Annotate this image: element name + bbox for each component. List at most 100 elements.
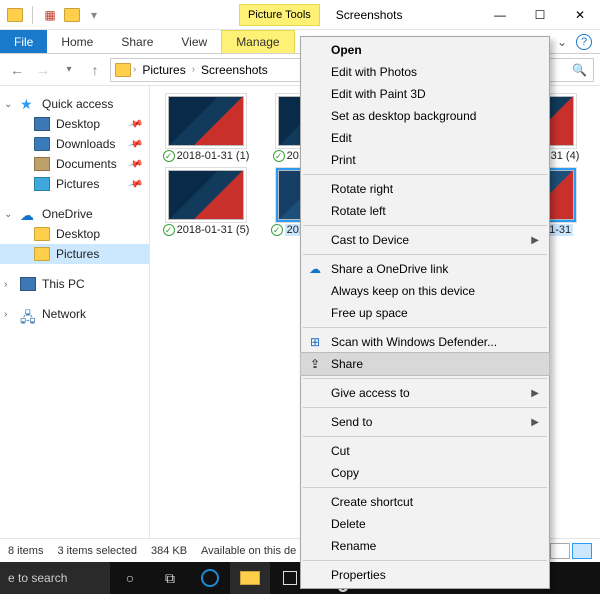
minimize-button[interactable]: —	[480, 0, 520, 30]
app-icon	[6, 6, 24, 24]
chevron-right-icon: ▶	[531, 235, 539, 246]
menu-cast[interactable]: Cast to Device▶	[301, 229, 549, 251]
nav-label: Downloads	[56, 137, 115, 151]
nav-label: Documents	[56, 157, 117, 171]
menu-rename[interactable]: Rename	[301, 535, 549, 557]
forward-button[interactable]: →	[32, 59, 54, 81]
menu-properties[interactable]: Properties	[301, 564, 549, 586]
nav-desktop[interactable]: Desktop 📌	[0, 114, 149, 134]
status-count: 8 items	[8, 545, 43, 557]
menu-cut[interactable]: Cut	[301, 440, 549, 462]
contextual-tab-label: Picture Tools	[239, 4, 320, 26]
nav-label: This PC	[42, 277, 85, 291]
status-selected: 3 items selected	[57, 545, 136, 557]
menu-defender[interactable]: ⊞Scan with Windows Defender...	[301, 331, 549, 353]
sync-check-icon: ✓	[163, 150, 175, 162]
quick-props-icon[interactable]: ▦	[41, 6, 59, 24]
nav-pictures[interactable]: Pictures 📌	[0, 174, 149, 194]
nav-od-desktop[interactable]: Desktop	[0, 224, 149, 244]
context-menu: Open Edit with Photos Edit with Paint 3D…	[300, 36, 550, 589]
breadcrumb-seg[interactable]: Screenshots	[197, 63, 272, 77]
menu-set-background[interactable]: Set as desktop background	[301, 105, 549, 127]
pin-icon: 📌	[127, 156, 143, 172]
back-button[interactable]: ←	[6, 59, 28, 81]
nav-label: Quick access	[42, 97, 113, 111]
menu-edit-photos[interactable]: Edit with Photos	[301, 61, 549, 83]
pin-icon: 📌	[127, 176, 143, 192]
nav-label: Desktop	[56, 227, 100, 241]
menu-send-to[interactable]: Send to▶	[301, 411, 549, 433]
tab-home[interactable]: Home	[47, 30, 107, 53]
edge-icon[interactable]	[190, 562, 230, 594]
nav-quick-access[interactable]: ⌄★Quick access	[0, 94, 149, 114]
nav-label: Pictures	[56, 247, 99, 261]
pin-icon: 📌	[127, 116, 143, 132]
menu-share-onedrive[interactable]: ☁Share a OneDrive link	[301, 258, 549, 280]
menu-open[interactable]: Open	[301, 39, 549, 61]
close-button[interactable]: ✕	[560, 0, 600, 30]
chevron-right-icon: ▶	[531, 388, 539, 399]
menu-rotate-left[interactable]: Rotate left	[301, 200, 549, 222]
menu-create-shortcut[interactable]: Create shortcut	[301, 491, 549, 513]
taskbar-search[interactable]: e to search	[0, 562, 110, 594]
nav-label: Pictures	[56, 177, 99, 191]
nav-onedrive[interactable]: ⌄☁OneDrive	[0, 204, 149, 224]
sync-check-icon: ✓	[163, 224, 175, 236]
file-explorer-icon[interactable]	[230, 562, 270, 594]
status-size: 384 KB	[151, 545, 187, 557]
tab-share[interactable]: Share	[107, 30, 167, 53]
up-button[interactable]: ↑	[84, 59, 106, 81]
file-name: 2018-01-31 (5)	[177, 224, 250, 236]
menu-share[interactable]: ⇪Share	[301, 353, 549, 375]
tab-file[interactable]: File	[0, 30, 47, 53]
nav-pane: ⌄★Quick access Desktop 📌 Downloads 📌 Docum…	[0, 86, 150, 538]
quick-undo-icon[interactable]: ▾	[85, 6, 103, 24]
breadcrumb-seg[interactable]: Pictures	[138, 63, 189, 77]
maximize-button[interactable]: ☐	[520, 0, 560, 30]
menu-delete[interactable]: Delete	[301, 513, 549, 535]
nav-network[interactable]: ›🖧Network	[0, 304, 149, 324]
file-item[interactable]: ✓2018-01-31 (5)	[158, 170, 254, 236]
menu-free-space[interactable]: Free up space	[301, 302, 549, 324]
nav-label: Desktop	[56, 117, 100, 131]
menu-rotate-right[interactable]: Rotate right	[301, 178, 549, 200]
ribbon-expand-icon[interactable]: ⌄	[548, 30, 576, 53]
view-details-button[interactable]	[550, 543, 570, 559]
cloud-icon: ☁	[307, 262, 323, 276]
titlebar: ▦ ▾ Picture Tools Screenshots — ☐ ✕	[0, 0, 600, 30]
tab-view[interactable]: View	[167, 30, 221, 53]
folder-icon	[115, 63, 131, 77]
taskbar-search-text: e to search	[8, 571, 67, 585]
window-title: Screenshots	[336, 8, 403, 22]
nav-documents[interactable]: Documents 📌	[0, 154, 149, 174]
file-thumbnail	[168, 96, 244, 146]
shield-icon: ⊞	[307, 335, 323, 349]
status-availability: Available on this de	[201, 545, 296, 557]
menu-copy[interactable]: Copy	[301, 462, 549, 484]
menu-edit-paint3d[interactable]: Edit with Paint 3D	[301, 83, 549, 105]
file-item[interactable]: ✓2018-01-31 (1)	[158, 96, 254, 162]
nav-label: OneDrive	[42, 207, 93, 221]
menu-edit[interactable]: Edit	[301, 127, 549, 149]
sync-check-icon: ✓	[273, 150, 285, 162]
task-view-icon[interactable]: ⧉	[150, 562, 190, 594]
nav-this-pc[interactable]: ›This PC	[0, 274, 149, 294]
help-icon[interactable]: ?	[576, 34, 592, 50]
file-thumbnail	[168, 170, 244, 220]
menu-give-access[interactable]: Give access to▶	[301, 382, 549, 404]
pin-icon: 📌	[127, 136, 143, 152]
view-thumbnails-button[interactable]	[572, 543, 592, 559]
tab-manage[interactable]: Manage	[221, 30, 294, 53]
quick-new-icon[interactable]	[63, 6, 81, 24]
menu-print[interactable]: Print	[301, 149, 549, 171]
nav-label: Network	[42, 307, 86, 321]
file-name: 2018-01-31 (1)	[177, 150, 250, 162]
nav-downloads[interactable]: Downloads 📌	[0, 134, 149, 154]
nav-od-pictures[interactable]: Pictures	[0, 244, 149, 264]
chevron-right-icon: ▶	[531, 417, 539, 428]
share-icon: ⇪	[307, 357, 323, 371]
recent-button[interactable]: ▾	[58, 59, 80, 81]
menu-keep-device[interactable]: Always keep on this device	[301, 280, 549, 302]
cortana-icon[interactable]: ○	[110, 562, 150, 594]
search-icon: 🔍	[572, 63, 587, 77]
